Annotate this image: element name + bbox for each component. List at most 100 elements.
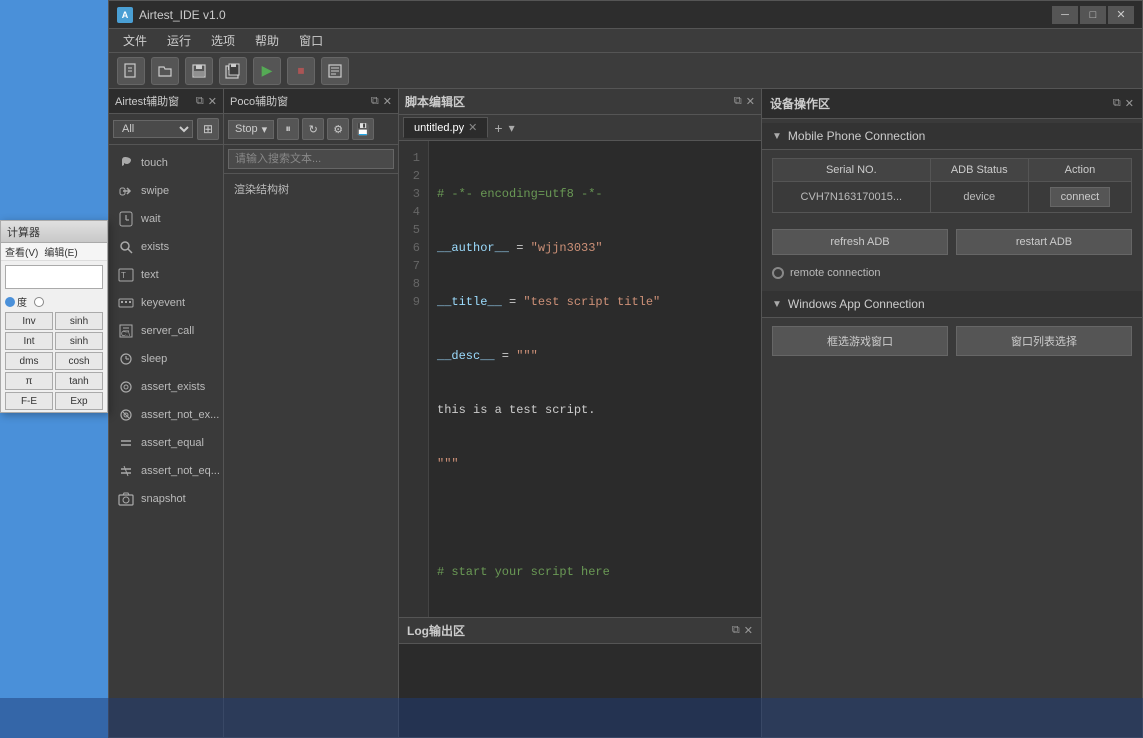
airtest-item-exists-label: exists [141, 241, 169, 253]
airtest-item-swipe[interactable]: swipe [109, 177, 223, 205]
menu-options[interactable]: 选项 [201, 30, 245, 51]
menu-window[interactable]: 窗口 [289, 30, 333, 51]
airtest-item-keyevent[interactable]: keyevent [109, 289, 223, 317]
airtest-float-btn[interactable]: ⧉ [196, 95, 204, 108]
wait-icon [117, 210, 135, 228]
poco-save-btn[interactable]: 💾 [352, 118, 374, 140]
code-line-5: this is a test script. [437, 401, 753, 419]
airtest-item-text[interactable]: T text [109, 261, 223, 289]
calc-radio-other[interactable] [34, 297, 44, 307]
menu-help[interactable]: 帮助 [245, 30, 289, 51]
remote-connection-radio[interactable] [772, 267, 784, 279]
poco-search-input[interactable] [228, 149, 394, 169]
airtest-items-list: touch swipe wait [109, 145, 223, 737]
new-file-button[interactable] [117, 57, 145, 85]
code-editor-area[interactable]: 1 2 3 4 5 6 7 8 9 # -*- encoding=utf8 -*… [399, 141, 761, 617]
open-file-button[interactable] [151, 57, 179, 85]
menu-run[interactable]: 运行 [157, 30, 201, 51]
airtest-item-sleep-label: sleep [141, 353, 167, 365]
airtest-item-snapshot[interactable]: snapshot [109, 485, 223, 513]
calc-btn-exp[interactable]: Exp [55, 392, 103, 410]
code-content[interactable]: # -*- encoding=utf8 -*- __author__ = "wj… [429, 141, 761, 617]
airtest-item-assert-not-equal[interactable]: assert_not_eq... [109, 457, 223, 485]
poco-close-btn[interactable]: ✕ [383, 95, 392, 108]
calc-btn-tanh[interactable]: tanh [55, 372, 103, 390]
save-button[interactable] [185, 57, 213, 85]
window-list-button[interactable]: 窗口列表选择 [956, 326, 1132, 356]
airtest-item-sleep[interactable]: sleep [109, 345, 223, 373]
save-all-button[interactable] [219, 57, 247, 85]
airtest-filter-select[interactable]: All [113, 120, 193, 138]
stop-dropdown[interactable]: Stop ▾ [228, 120, 274, 139]
sleep-icon [117, 350, 135, 368]
play-button[interactable]: ▶ [253, 57, 281, 85]
degree-radio-btn[interactable] [5, 297, 15, 307]
poco-settings-btn[interactable]: ⚙ [327, 118, 349, 140]
editor-float-btn[interactable]: ⧉ [734, 95, 742, 108]
refresh-adb-button[interactable]: refresh ADB [772, 229, 948, 255]
poco-float-btn[interactable]: ⧉ [371, 95, 379, 108]
connect-device-button[interactable]: connect [1050, 187, 1111, 207]
poco-panel: Poco辅助窗 ⧉ ✕ Stop ▾ ⏸ ↻ ⚙ 💾 [224, 89, 399, 737]
airtest-item-wait[interactable]: wait [109, 205, 223, 233]
poco-tree-item-render[interactable]: 渲染结构树 [228, 178, 394, 200]
editor-close-btn[interactable]: ✕ [746, 95, 755, 108]
table-row: CVH7N163170015... device connect [773, 182, 1132, 213]
calc-menu-item-edit[interactable]: 编辑(E) [44, 244, 77, 259]
device-float-btn[interactable]: ⧉ [1113, 97, 1121, 110]
minimize-button[interactable]: ─ [1052, 6, 1078, 24]
calc-btn-sinh2[interactable]: sinh [55, 332, 103, 350]
col-serial-label: Serial NO. [826, 164, 877, 176]
calc-btn-dms[interactable]: dms [5, 352, 53, 370]
airtest-search-btn[interactable]: ⊞ [197, 118, 219, 140]
calc-btn-fe[interactable]: F-E [5, 392, 53, 410]
editor-tab-untitled[interactable]: untitled.py ✕ [403, 117, 488, 138]
tab-add-btn[interactable]: + [490, 120, 506, 136]
connect-btn-label: connect [1061, 191, 1100, 203]
airtest-item-keyevent-label: keyevent [141, 297, 185, 309]
snapshot-icon [117, 490, 135, 508]
frame-window-button[interactable]: 框选游戏窗口 [772, 326, 948, 356]
airtest-panel-header: Airtest辅助窗 ⧉ ✕ [109, 89, 223, 114]
menu-file[interactable]: 文件 [113, 30, 157, 51]
tab-close-btn[interactable]: ✕ [468, 121, 477, 134]
calc-btn-sinh[interactable]: sinh [55, 312, 103, 330]
line-num-9: 9 [407, 293, 420, 311]
airtest-item-assert-equal[interactable]: assert_equal [109, 429, 223, 457]
title-bar: A Airtest_IDE v1.0 ─ □ ✕ [109, 1, 1142, 29]
device-main-actions: refresh ADB restart ADB [762, 221, 1142, 263]
log-close-btn[interactable]: ✕ [744, 624, 753, 637]
other-radio-btn[interactable] [34, 297, 44, 307]
poco-panel-controls: ⧉ ✕ [371, 95, 392, 108]
poco-pause-btn[interactable]: ⏸ [277, 118, 299, 140]
refresh-adb-label: refresh ADB [830, 236, 889, 248]
log-button[interactable] [321, 57, 349, 85]
airtest-item-exists[interactable]: exists [109, 233, 223, 261]
poco-refresh-btn[interactable]: ↻ [302, 118, 324, 140]
close-button[interactable]: ✕ [1108, 6, 1134, 24]
poco-tree-item-label: 渲染结构树 [234, 184, 289, 196]
restart-adb-label: restart ADB [1016, 236, 1072, 248]
airtest-item-assert-exists[interactable]: assert_exists [109, 373, 223, 401]
mobile-section-arrow: ▼ [772, 131, 782, 142]
calc-btn-pi[interactable]: π [5, 372, 53, 390]
airtest-panel-title: Airtest辅助窗 [115, 93, 179, 109]
calc-btn-cosh[interactable]: cosh [55, 352, 103, 370]
log-float-btn[interactable]: ⧉ [732, 624, 740, 637]
editor-title: 脚本编辑区 [405, 93, 465, 110]
device-status: device [963, 191, 995, 203]
airtest-close-btn[interactable]: ✕ [208, 95, 217, 108]
tab-arrow-btn[interactable]: ▾ [509, 121, 515, 135]
device-close-btn[interactable]: ✕ [1125, 97, 1134, 110]
maximize-button[interactable]: □ [1080, 6, 1106, 24]
restart-adb-button[interactable]: restart ADB [956, 229, 1132, 255]
airtest-item-server-call[interactable]: C:\ server_call [109, 317, 223, 345]
stop-button[interactable]: ⏹ [287, 57, 315, 85]
calc-btn-int[interactable]: Int [5, 332, 53, 350]
editor-tabs-bar: untitled.py ✕ + ▾ [399, 115, 761, 141]
calc-radio-degree[interactable]: 度 [5, 294, 27, 309]
calc-btn-inv[interactable]: Inv [5, 312, 53, 330]
calc-menu-item-view[interactable]: 查看(V) [5, 244, 38, 259]
airtest-item-touch[interactable]: touch [109, 149, 223, 177]
airtest-item-assert-not-exists[interactable]: assert_not_ex... [109, 401, 223, 429]
